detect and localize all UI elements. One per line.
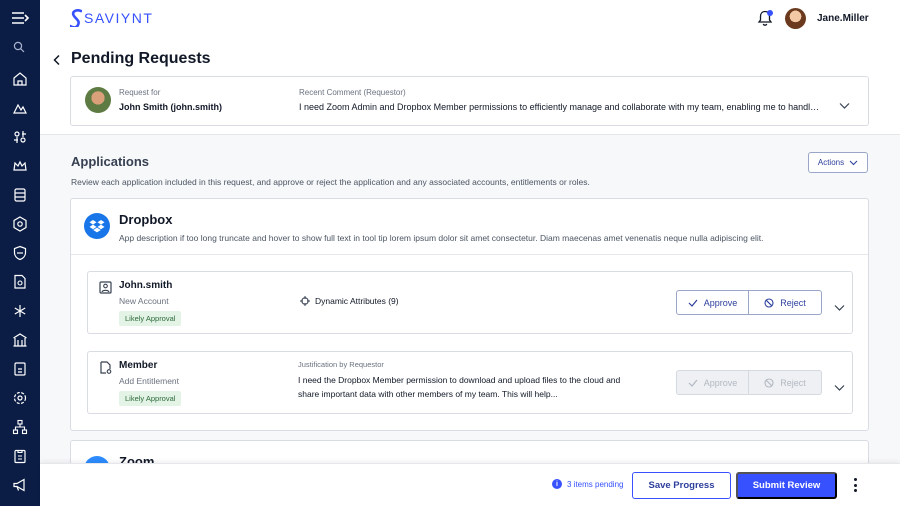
- applications-description: Review each application included in this…: [71, 177, 590, 187]
- hierarchy-icon[interactable]: [12, 419, 28, 435]
- saviynt-logo[interactable]: SAVIYNT: [70, 9, 153, 27]
- check-icon: [688, 379, 698, 387]
- title-section: Pending Requests Request for John Smith …: [40, 37, 900, 135]
- decision-buttons: Approve Reject: [676, 370, 822, 395]
- request-for-label: Request for: [119, 88, 161, 97]
- chevron-down-icon[interactable]: [834, 299, 845, 317]
- pending-label: 3 items pending: [567, 479, 624, 489]
- ban-icon: [764, 377, 774, 388]
- username[interactable]: Jane.Miller: [817, 13, 869, 24]
- actions-label: Actions: [817, 158, 845, 167]
- megaphone-icon[interactable]: [12, 477, 28, 493]
- building-icon[interactable]: [12, 332, 28, 348]
- saviynt-logo-icon: [70, 9, 82, 27]
- asterisk-icon[interactable]: [12, 303, 28, 319]
- file-search-icon[interactable]: [12, 274, 28, 290]
- check-icon: [688, 299, 698, 307]
- chevron-down-icon[interactable]: [834, 379, 845, 397]
- dynamic-attributes-link[interactable]: Dynamic Attributes (9): [300, 296, 399, 306]
- application-card-dropbox: Dropbox App description if too long trun…: [70, 198, 869, 431]
- approve-button[interactable]: Approve: [676, 370, 749, 395]
- pending-count: i 3 items pending: [552, 479, 623, 489]
- item-name: Member: [119, 360, 158, 371]
- notification-bell-icon[interactable]: [756, 9, 774, 27]
- ban-icon: [764, 297, 774, 308]
- request-for-value: John Smith (john.smith): [119, 102, 222, 112]
- clipboard-icon[interactable]: [12, 448, 28, 464]
- dropbox-logo-icon: [84, 213, 110, 239]
- submit-review-button[interactable]: Submit Review: [736, 472, 837, 499]
- dynamic-attributes-label: Dynamic Attributes (9): [315, 296, 399, 306]
- entitlement-item-card: Member Add Entitlement Likely Approval J…: [87, 351, 853, 414]
- account-item-card: John.smith New Account Likely Approval D…: [87, 271, 853, 334]
- more-options-icon[interactable]: [851, 478, 859, 492]
- justification-label: Justification by Requestor: [298, 360, 384, 369]
- reject-button[interactable]: Reject: [749, 370, 822, 395]
- menu-expand-icon[interactable]: [11, 10, 29, 26]
- item-name: John.smith: [119, 280, 173, 291]
- home-icon[interactable]: [12, 71, 28, 87]
- access-icon[interactable]: [12, 129, 28, 145]
- notification-dot: [767, 10, 773, 16]
- approve-button[interactable]: Approve: [676, 290, 749, 315]
- reject-button[interactable]: Reject: [749, 290, 822, 315]
- item-type: Add Entitlement: [119, 376, 180, 386]
- page-title: Pending Requests: [71, 50, 211, 67]
- shield-icon[interactable]: [12, 245, 28, 261]
- entitlement-icon: [99, 361, 112, 379]
- account-icon: [99, 281, 112, 299]
- recent-comment-value: I need Zoom Admin and Dropbox Member per…: [299, 102, 824, 112]
- approve-label: Approve: [703, 297, 738, 308]
- chevron-down-icon[interactable]: [839, 97, 850, 115]
- likely-approval-badge: Likely Approval: [119, 311, 182, 326]
- database-icon[interactable]: [12, 187, 28, 203]
- main-content: Pending Requests Request for John Smith …: [40, 37, 900, 506]
- logo-text: SAVIYNT: [84, 10, 154, 26]
- actions-dropdown[interactable]: Actions: [808, 152, 868, 173]
- application-name: Dropbox: [119, 212, 173, 227]
- reject-label: Reject: [780, 377, 806, 388]
- user-avatar[interactable]: [785, 8, 806, 29]
- sidebar: [0, 0, 40, 506]
- chevron-down-icon: [849, 160, 858, 165]
- applications-title: Applications: [71, 154, 150, 169]
- application-header: Dropbox App description if too long trun…: [71, 199, 868, 255]
- crown-icon[interactable]: [12, 158, 28, 174]
- request-summary-card: Request for John Smith (john.smith) Rece…: [70, 76, 869, 126]
- application-description: App description if too long truncate and…: [119, 233, 764, 243]
- requestee-avatar: [85, 87, 111, 113]
- approve-label: Approve: [703, 377, 738, 388]
- item-type: New Account: [119, 296, 169, 306]
- recent-comment-label: Recent Comment (Requestor): [299, 88, 406, 97]
- top-header: SAVIYNT Jane.Miller: [40, 0, 900, 37]
- search-icon[interactable]: [13, 41, 25, 53]
- decision-buttons: Approve Reject: [676, 290, 822, 315]
- crosshair-icon: [300, 296, 310, 306]
- identity-icon[interactable]: [12, 100, 28, 116]
- info-icon: i: [552, 479, 562, 489]
- reject-label: Reject: [780, 297, 806, 308]
- reports-icon[interactable]: [12, 361, 28, 377]
- likely-approval-badge: Likely Approval: [119, 391, 182, 406]
- gear-icon[interactable]: [12, 390, 28, 406]
- back-arrow-icon[interactable]: [52, 53, 62, 71]
- save-progress-button[interactable]: Save Progress: [632, 472, 731, 499]
- justification-text: I need the Dropbox Member permission to …: [298, 375, 621, 399]
- footer-bar: i 3 items pending Save Progress Submit R…: [40, 463, 900, 506]
- settings-icon[interactable]: [12, 216, 28, 232]
